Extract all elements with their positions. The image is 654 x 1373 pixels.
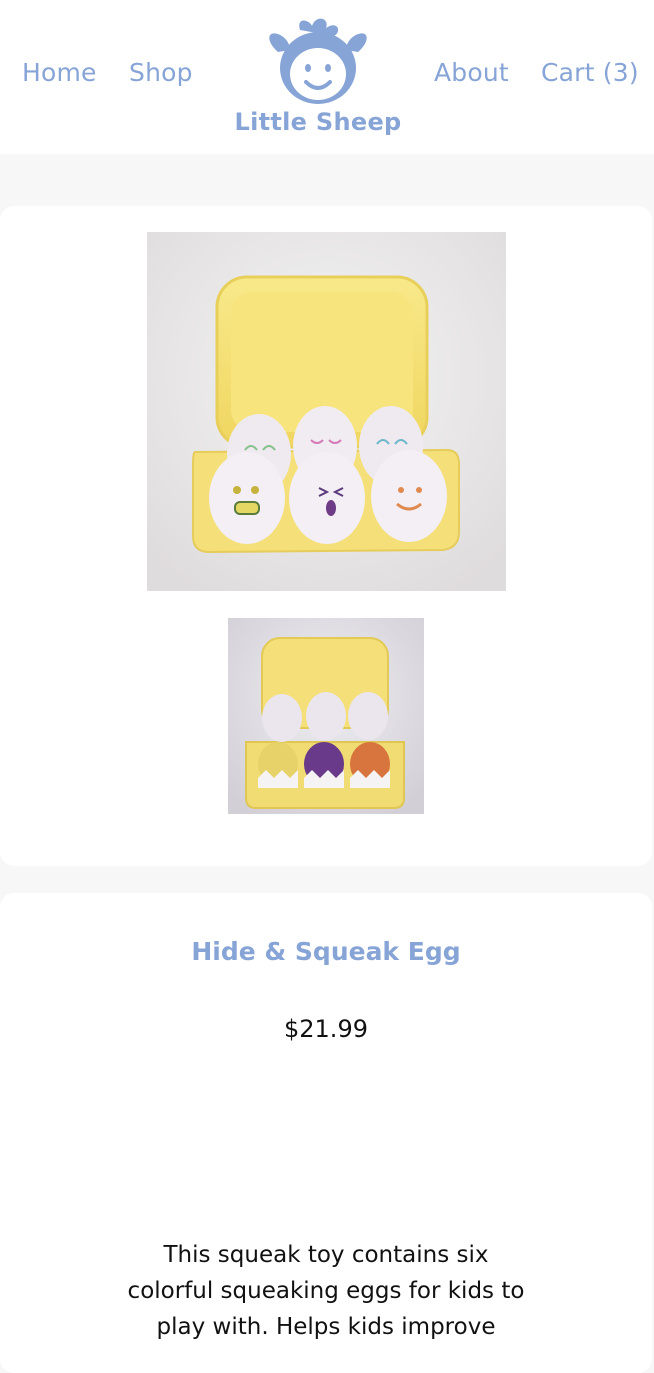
site-header: Home Shop Little Sheep About Cart (3) [0, 0, 654, 154]
nav-shop-link[interactable]: Shop [129, 58, 193, 87]
product-price: $21.99 [284, 1015, 368, 1043]
logo-text: Little Sheep [234, 108, 402, 136]
product-main-image [147, 232, 506, 591]
nav-cart-link[interactable]: Cart (3) [541, 58, 639, 87]
nav-about-link[interactable]: About [434, 58, 509, 87]
nav-home-link[interactable]: Home [22, 58, 97, 87]
product-thumbnail-image[interactable] [228, 618, 424, 814]
product-description: This squeak toy contains six colorful sq… [127, 1242, 525, 1340]
sheep-face-icon [269, 18, 367, 104]
product-title: Hide & Squeak Egg [191, 937, 461, 966]
product-info-card: Hide & Squeak Egg $21.99 This squeak toy… [0, 893, 652, 1373]
site-logo[interactable]: Little Sheep [232, 14, 404, 142]
product-gallery-card [0, 206, 652, 866]
